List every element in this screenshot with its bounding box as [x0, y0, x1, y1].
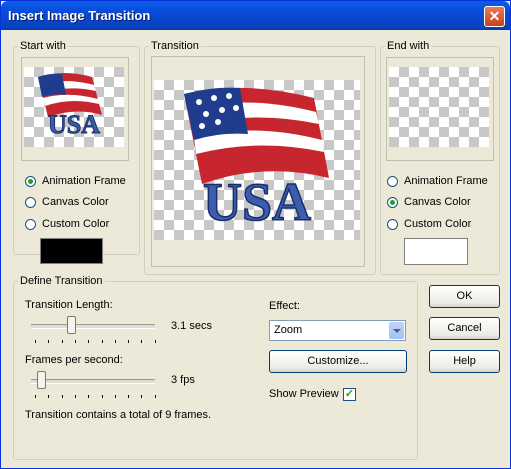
- close-button[interactable]: ✕: [484, 6, 505, 27]
- radio-indicator: [25, 175, 36, 187]
- ok-button-label: OK: [456, 290, 473, 302]
- show-preview-label: Show Preview: [269, 388, 339, 400]
- slider-tick: [154, 395, 156, 398]
- start-animation-frame-radio[interactable]: Animation Frame: [25, 173, 126, 189]
- transition-length-track: [31, 324, 155, 329]
- effect-dropdown[interactable]: Zoom: [269, 320, 406, 341]
- slider-tick: [128, 340, 130, 343]
- radio-indicator: [387, 175, 398, 187]
- transition-preview-frame: USA: [151, 56, 365, 267]
- slider-tick: [61, 395, 63, 398]
- transition-legend: Transition: [151, 40, 199, 52]
- close-icon: ✕: [488, 8, 501, 24]
- checkmark-icon: ✓: [344, 388, 355, 400]
- slider-tick: [141, 395, 143, 398]
- start-preview-frame: USA: [21, 57, 129, 161]
- start-custom-color-swatch[interactable]: [40, 238, 103, 264]
- start-with-legend: Start with: [20, 40, 66, 52]
- end-with-legend: End with: [387, 40, 430, 52]
- title-bar[interactable]: Insert Image Transition ✕: [1, 1, 510, 30]
- show-preview-checkbox[interactable]: ✓: [343, 388, 356, 401]
- frame-count-summary: Transition contains a total of 9 frames.: [25, 409, 212, 421]
- end-canvas-color-radio[interactable]: Canvas Color: [387, 194, 471, 210]
- start-canvas-color-radio[interactable]: Canvas Color: [25, 194, 109, 210]
- transition-length-label: Transition Length:: [25, 299, 113, 311]
- radio-label: Custom Color: [404, 218, 472, 230]
- fps-slider[interactable]: [37, 371, 46, 389]
- slider-tick: [88, 340, 90, 343]
- slider-tick: [35, 340, 36, 343]
- end-custom-color-radio[interactable]: Custom Color: [387, 216, 471, 232]
- end-preview-frame: [386, 57, 494, 161]
- transition-length-value: 3.1 secs: [171, 320, 212, 332]
- chevron-down-icon[interactable]: [389, 322, 404, 339]
- transition-length-slider[interactable]: [67, 316, 76, 334]
- usa-text: USA: [48, 110, 100, 139]
- define-transition-legend: Define Transition: [20, 275, 103, 287]
- help-button-label: Help: [453, 355, 476, 367]
- customize-button-label: Customize...: [307, 355, 369, 367]
- slider-tick: [128, 395, 130, 398]
- slider-tick: [154, 340, 156, 343]
- slider-tick: [74, 395, 76, 398]
- radio-label: Custom Color: [42, 218, 110, 230]
- radio-label: Animation Frame: [404, 175, 488, 187]
- slider-tick: [74, 340, 76, 343]
- effect-value: Zoom: [274, 324, 303, 336]
- radio-indicator: [25, 196, 36, 208]
- start-preview-image: USA: [24, 67, 124, 147]
- slider-tick: [114, 395, 116, 398]
- radio-label: Animation Frame: [42, 175, 126, 187]
- help-button[interactable]: Help: [429, 350, 500, 373]
- end-custom-color-swatch[interactable]: [404, 238, 468, 265]
- start-custom-color-radio[interactable]: Custom Color: [25, 216, 109, 232]
- radio-label: Canvas Color: [42, 196, 109, 208]
- ok-button[interactable]: OK: [429, 285, 500, 308]
- flag-usa-image: USA: [38, 73, 102, 140]
- slider-tick: [35, 395, 36, 398]
- slider-tick: [88, 395, 90, 398]
- flag-usa-image: USA: [184, 87, 329, 233]
- radio-indicator: [387, 196, 398, 208]
- fps-track: [31, 379, 155, 384]
- slider-tick: [114, 340, 116, 343]
- radio-indicator: [25, 218, 36, 230]
- radio-indicator: [387, 218, 398, 230]
- effect-label: Effect:: [269, 300, 300, 312]
- radio-label: Canvas Color: [404, 196, 471, 208]
- usa-text: USA: [203, 172, 311, 232]
- dialog-title: Insert Image Transition: [8, 8, 151, 23]
- cancel-button-label: Cancel: [447, 322, 482, 334]
- customize-button[interactable]: Customize...: [269, 350, 407, 373]
- slider-tick: [48, 340, 50, 343]
- slider-tick: [61, 340, 63, 343]
- end-preview-image: [389, 67, 489, 147]
- dialog-window: Insert Image Transition ✕ Start with USA…: [0, 0, 511, 469]
- slider-tick: [48, 395, 50, 398]
- slider-tick: [101, 395, 103, 398]
- cancel-button[interactable]: Cancel: [429, 317, 500, 340]
- slider-tick: [141, 340, 143, 343]
- fps-label: Frames per second:: [25, 354, 123, 366]
- fps-value: 3 fps: [171, 374, 195, 386]
- transition-preview-image: USA: [154, 80, 360, 240]
- end-animation-frame-radio[interactable]: Animation Frame: [387, 173, 488, 189]
- slider-tick: [101, 340, 103, 343]
